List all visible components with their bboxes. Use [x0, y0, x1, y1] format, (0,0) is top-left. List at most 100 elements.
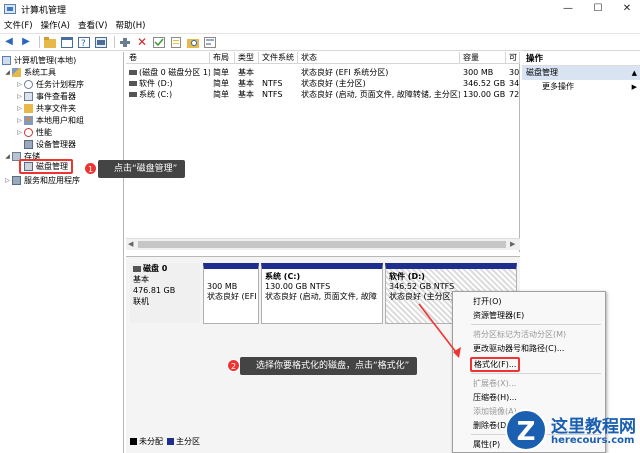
menu-action[interactable]: 操作(A) — [37, 19, 74, 31]
doc-icon[interactable] — [169, 35, 183, 49]
menu-view[interactable]: 查看(V) — [74, 19, 111, 31]
actions-section-disk-management[interactable]: 磁盘管理 ▲ — [522, 66, 640, 80]
chevron-right-icon[interactable]: ▷ — [16, 81, 23, 88]
title-bar: 计算机管理 — ☐ ✕ — [0, 0, 640, 18]
chevron-right-icon[interactable]: ▷ — [4, 177, 11, 184]
tree-performance[interactable]: ▷ 性能 — [16, 127, 52, 138]
tree-root[interactable]: 计算机管理(本地) — [2, 55, 76, 66]
disk-0-label[interactable]: 磁盘 0 基本 476.81 GB 联机 — [130, 263, 200, 323]
actions-more[interactable]: 更多操作 ▶ — [522, 80, 640, 94]
column-header-capacity[interactable]: 容量 — [460, 52, 506, 64]
column-header-layout[interactable]: 布局 — [210, 52, 235, 64]
window-title: 计算机管理 — [21, 5, 67, 16]
tree-event-viewer-label: 事件查看器 — [36, 92, 76, 101]
search-folder-icon[interactable] — [186, 35, 200, 49]
chevron-right-icon[interactable]: ▷ — [16, 129, 23, 136]
delete-x-icon[interactable]: ✕ — [135, 35, 149, 49]
close-button[interactable]: ✕ — [612, 0, 640, 18]
menu-separator — [471, 324, 601, 325]
cell-free: 30 — [509, 68, 520, 77]
partition-size: 300 MB — [207, 282, 238, 291]
back-arrow-icon[interactable]: ◀ — [2, 35, 16, 49]
table-row[interactable]: 软件 (D:) 简单 基本 NTFS 状态良好 (主分区) 346.52 GB … — [126, 78, 520, 89]
partition-c[interactable]: 系统 (C:) 130.00 GB NTFS 状态良好 (启动, 页面文件, 故… — [261, 263, 383, 324]
minimize-button[interactable]: — — [553, 0, 583, 18]
watermark-name: 这里教程网 — [551, 417, 636, 437]
cell-volume-text: (磁盘 0 磁盘分区 1) — [139, 68, 210, 77]
tree-device-manager-label: 设备管理器 — [36, 140, 76, 149]
menu-explorer[interactable]: 资源管理器(E) — [453, 309, 605, 322]
menu-change-drive-letter[interactable]: 更改驱动器号和路径(C)... — [453, 342, 605, 355]
column-header-type[interactable]: 类型 — [235, 52, 259, 64]
menu-open[interactable]: 打开(O) — [453, 295, 605, 308]
disk-name-row: 磁盘 0 — [133, 263, 200, 274]
column-header-filesystem[interactable]: 文件系统 — [259, 52, 298, 64]
maximize-button[interactable]: ☐ — [583, 0, 613, 18]
scroll-left-icon[interactable]: ◀ — [128, 240, 133, 248]
tree-local-users-label: 本地用户和组 — [36, 116, 84, 125]
tree-disk-management[interactable]: 磁盘管理 — [19, 159, 73, 174]
column-header-status[interactable]: 状态 — [298, 52, 460, 64]
wizard-icon[interactable] — [203, 35, 217, 49]
legend-primary: 主分区 — [176, 436, 200, 446]
disk-size: 476.81 GB — [133, 286, 176, 295]
device-manager-icon — [24, 140, 33, 149]
services-icon — [12, 176, 21, 185]
properties-grid-icon[interactable] — [60, 35, 74, 49]
performance-icon — [24, 128, 33, 137]
cell-filesystem: NTFS — [262, 90, 283, 99]
tree-system-tools[interactable]: ◢ 系统工具 — [4, 67, 56, 78]
volume-list: 卷 布局 类型 文件系统 状态 容量 可 (磁盘 0 磁盘分区 1) 简单 基本… — [126, 52, 520, 252]
help-icon[interactable]: ? — [77, 35, 91, 49]
tree-services[interactable]: ▷ 服务和应用程序 — [4, 175, 80, 186]
check-icon[interactable] — [152, 35, 166, 49]
partition-title: 软件 (D:) — [389, 272, 425, 281]
disk-legend: 未分配 主分区 — [128, 435, 200, 447]
column-header-volume[interactable]: 卷 — [126, 52, 210, 64]
menu-file[interactable]: 文件(F) — [0, 19, 37, 31]
chevron-down-icon[interactable]: ◢ — [4, 153, 11, 160]
connect-icon[interactable] — [118, 35, 132, 49]
tree-shared-folders[interactable]: ▷ 共享文件夹 — [16, 103, 76, 114]
step1-badge: 1 — [84, 162, 97, 175]
tree-device-manager[interactable]: 设备管理器 — [24, 139, 76, 150]
horizontal-scrollbar[interactable]: ◀ ▶ — [126, 238, 520, 250]
forward-arrow-icon[interactable]: ▶ — [19, 35, 33, 49]
toolbar-divider — [114, 36, 115, 48]
watermark: Z 这里教程网 herecours.com — [505, 408, 640, 453]
column-header-free[interactable]: 可 — [506, 52, 520, 64]
chevron-down-icon[interactable]: ◢ — [4, 69, 11, 76]
tree-task-scheduler[interactable]: ▷ 任务计划程序 — [16, 79, 84, 90]
up-folder-icon[interactable] — [43, 35, 57, 49]
menu-help[interactable]: 帮助(H) — [111, 19, 149, 31]
menu-shrink-volume[interactable]: 压缩卷(H)... — [453, 391, 605, 404]
table-row[interactable]: 系统 (C:) 简单 基本 NTFS 状态良好 (启动, 页面文件, 故障转储,… — [126, 89, 520, 100]
menu-separator — [471, 373, 601, 374]
legend-unallocated: 未分配 — [139, 436, 163, 446]
cell-capacity: 346.52 GB — [463, 79, 506, 88]
tree-event-viewer[interactable]: ▷ 事件查看器 — [16, 91, 76, 102]
watermark-logo-icon: Z — [505, 409, 547, 451]
step1-callout: 点击“磁盘管理” — [98, 160, 186, 178]
chevron-right-icon[interactable]: ▷ — [16, 105, 23, 112]
tree-performance-label: 性能 — [36, 128, 52, 137]
collapse-up-icon[interactable]: ▲ — [632, 66, 637, 80]
cell-free: 72 — [509, 90, 520, 99]
chevron-right-icon[interactable]: ▷ — [16, 117, 23, 124]
disk-status: 联机 — [133, 297, 149, 306]
cell-status: 状态良好 (EFI 系统分区) — [301, 68, 389, 77]
partition-efi[interactable]: 300 MB 状态良好 (EFI — [203, 263, 259, 324]
volume-icon — [129, 81, 137, 86]
scroll-right-icon[interactable]: ▶ — [510, 240, 515, 248]
tree-local-users[interactable]: ▷ 本地用户和组 — [16, 115, 84, 126]
console-icon[interactable] — [94, 35, 108, 49]
table-row[interactable]: (磁盘 0 磁盘分区 1) 简单 基本 状态良好 (EFI 系统分区) 300 … — [126, 67, 520, 78]
scrollbar-thumb[interactable] — [138, 241, 506, 248]
shared-folder-icon — [24, 104, 33, 113]
cell-volume: (磁盘 0 磁盘分区 1) — [126, 67, 210, 78]
annotation-arrow — [418, 303, 461, 358]
chevron-right-icon[interactable]: ▷ — [16, 93, 23, 100]
cell-capacity: 130.00 GB — [463, 90, 506, 99]
menu-format[interactable]: 格式化(F)... — [453, 357, 605, 372]
partition-size: 130.00 GB NTFS — [265, 282, 331, 291]
